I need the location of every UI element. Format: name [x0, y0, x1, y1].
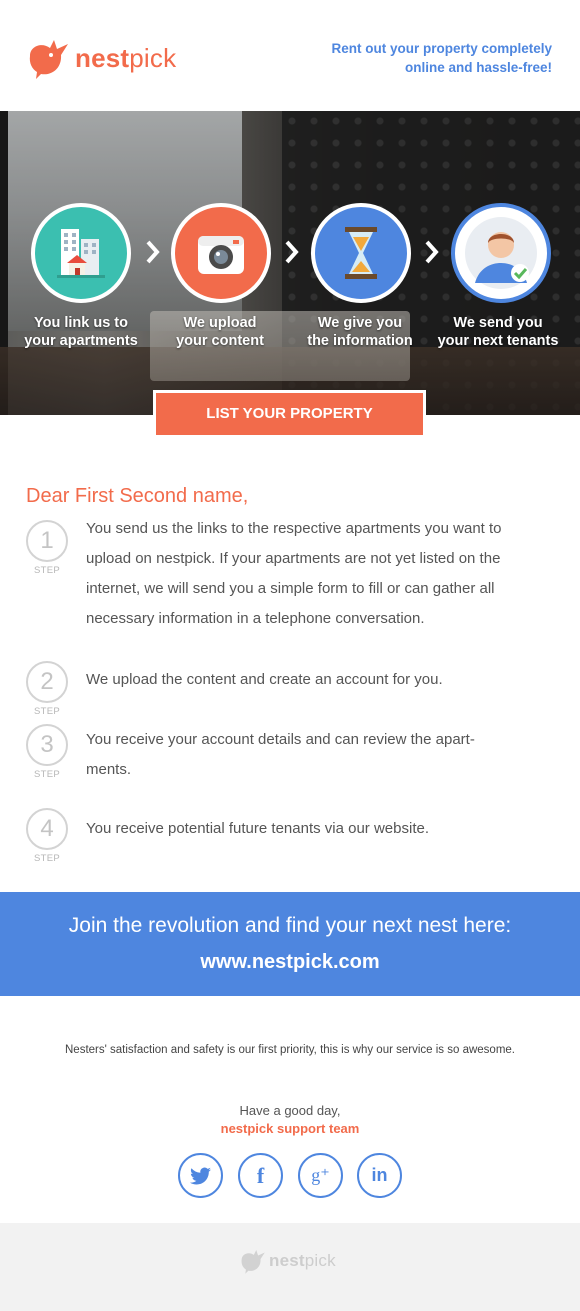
- step-2-line-1: We upload the content and create an acco…: [86, 671, 443, 688]
- hero-step-1-caption: You link us to your apartments: [11, 314, 151, 350]
- step-number-circle: 3: [26, 724, 68, 766]
- step-item-3: 3 STEP You receive your account details …: [26, 724, 566, 794]
- footer-logo-light: pick: [304, 1251, 336, 1270]
- step-3-line-2: ments.: [86, 761, 132, 778]
- hero-step-1-circle: [31, 203, 131, 303]
- greeting-heading: Dear First Second name,: [26, 485, 249, 507]
- logo-wordmark-light: pick: [129, 42, 177, 73]
- step-description: We upload the content and create an acco…: [86, 665, 558, 695]
- tenant-avatar-icon: [465, 217, 537, 289]
- signoff-team: nestpick support team: [220, 1121, 360, 1136]
- hero-step-3-line-1: We give you: [317, 315, 403, 331]
- twitter-button[interactable]: [178, 1153, 223, 1198]
- nestpick-logo[interactable]: nestpick: [24, 36, 176, 80]
- step-number-circle: 4: [26, 808, 68, 850]
- hero-step-1-line-1: You link us to: [34, 315, 128, 331]
- hero-step-2-line-2: your content: [176, 333, 264, 349]
- signoff-text: Have a good day,: [239, 1103, 341, 1118]
- twitter-icon: [189, 1167, 211, 1185]
- list-your-property-button[interactable]: LIST YOUR PROPERTY: [153, 390, 426, 438]
- step-description: You receive potential future tenants via…: [86, 814, 558, 844]
- linkedin-button[interactable]: in: [357, 1153, 402, 1198]
- chevron-right-icon: [425, 240, 439, 264]
- google-plus-button[interactable]: g⁺: [298, 1153, 343, 1198]
- website-link[interactable]: www.nestpick.com: [0, 951, 580, 974]
- hero-step-2-caption: We upload your content: [150, 314, 290, 350]
- step-item-4: 4 STEP You receive potential future tena…: [26, 808, 566, 864]
- step-1-line-1: You send us the links to the respective …: [86, 520, 502, 537]
- hero-step-4-circle: [451, 203, 551, 303]
- hero-banner: You link us to your apartments We upload…: [0, 111, 580, 415]
- camera-icon: [198, 236, 244, 274]
- hero-step-4-line-2: your next tenants: [437, 333, 559, 349]
- step-4-line-1: You receive potential future tenants via…: [86, 820, 429, 837]
- hero-step-1-line-2: your apartments: [24, 333, 138, 349]
- step-label: STEP: [33, 769, 60, 780]
- step-description: You send us the links to the respective …: [86, 514, 558, 634]
- step-label: STEP: [33, 706, 60, 717]
- bird-logo-icon: [241, 1250, 265, 1274]
- email-card: nestpick Rent out your property complete…: [0, 0, 580, 1223]
- footer-logo-wordmark: nestpick: [269, 1251, 336, 1271]
- step-item-1: 1 STEP You send us the links to the resp…: [26, 520, 566, 650]
- hourglass-icon: [345, 227, 377, 279]
- step-1-line-3: internet, we will send you a simple form…: [86, 580, 495, 597]
- footer-logo: nestpick: [238, 1247, 336, 1275]
- banner-headline: Join the revolution and find your next n…: [68, 914, 512, 937]
- tagline-line-2: online and hassle-free!: [404, 60, 552, 75]
- bird-logo-icon: [29, 40, 68, 79]
- building-icon: [57, 229, 105, 278]
- tagline-line-1: Rent out your property completely: [331, 41, 552, 56]
- hero-step-2-circle: [171, 203, 271, 303]
- email-header: nestpick Rent out your property complete…: [0, 0, 580, 111]
- logo-wordmark-bold: nest: [75, 42, 130, 73]
- step-1-line-4: necessary information in a telephone con…: [86, 610, 425, 627]
- hero-step-2-line-1: We upload: [183, 315, 257, 331]
- join-banner: Join the revolution and find your next n…: [0, 892, 580, 996]
- step-number-circle: 1: [26, 520, 68, 562]
- step-3-line-1: You receive your account details and can…: [86, 731, 475, 748]
- logo-wordmark: nestpick: [75, 43, 176, 74]
- hero-step-3-caption: We give you the information: [290, 314, 430, 350]
- step-1-line-2: upload on nestpick. If your apartments a…: [86, 550, 501, 567]
- chevron-right-icon: [285, 240, 299, 264]
- footer-logo-bold: nest: [269, 1251, 305, 1270]
- hero-step-4-line-1: We send you: [453, 315, 543, 331]
- hero-step-3-line-2: the information: [307, 333, 413, 349]
- facebook-button[interactable]: f: [238, 1153, 283, 1198]
- step-label: STEP: [33, 853, 60, 864]
- linkedin-icon: in: [371, 1165, 388, 1185]
- hero-step-4-caption: We send you your next tenants: [428, 314, 568, 350]
- step-number-circle: 2: [26, 661, 68, 703]
- facebook-icon: f: [256, 1162, 265, 1188]
- header-tagline: Rent out your property completely online…: [292, 39, 552, 77]
- step-item-2: 2 STEP We upload the content and create …: [26, 661, 566, 717]
- step-label: STEP: [33, 565, 60, 576]
- chevron-right-icon: [146, 240, 160, 264]
- footer-note: Nesters' satisfaction and safety is our …: [65, 1044, 515, 1056]
- hero-step-3-circle: [311, 203, 411, 303]
- step-description: You receive your account details and can…: [86, 725, 558, 785]
- google-plus-icon: g⁺: [311, 1165, 330, 1185]
